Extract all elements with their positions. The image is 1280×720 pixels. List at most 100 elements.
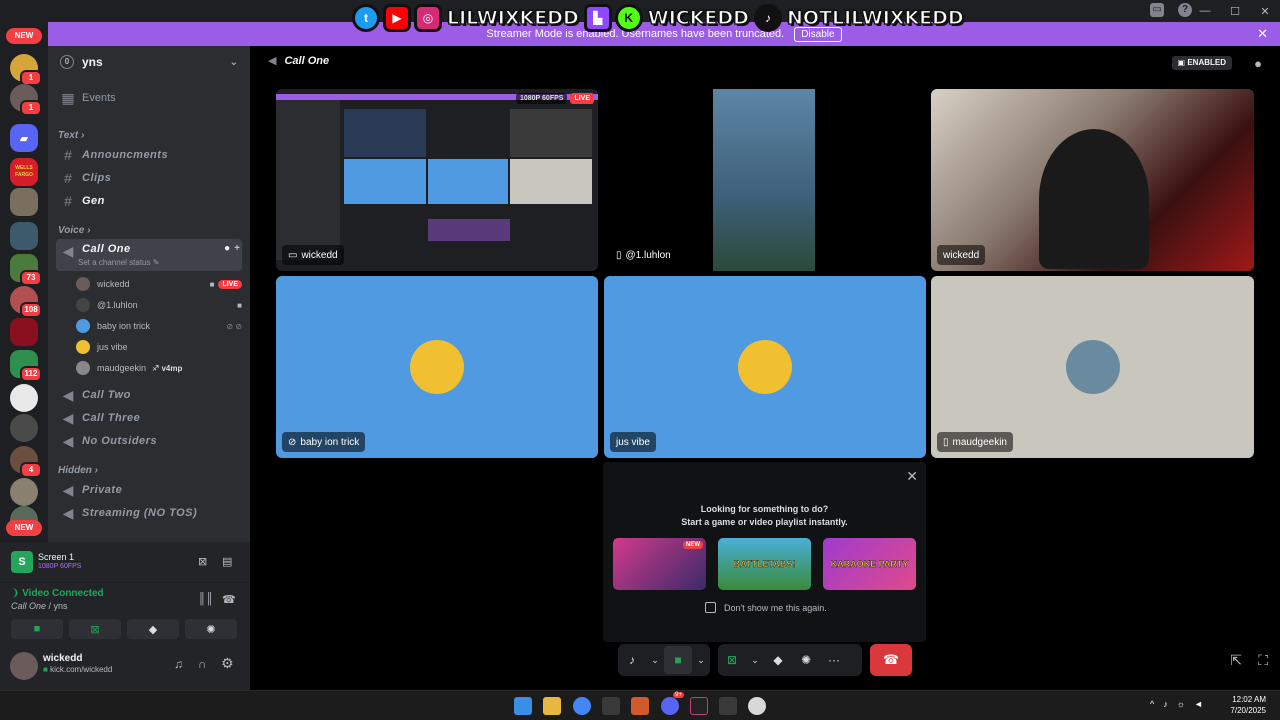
video-tile[interactable]: ⊘ baby ion trick bbox=[276, 276, 598, 458]
camera-button[interactable]: ■ bbox=[11, 619, 63, 639]
server-icon[interactable] bbox=[10, 222, 38, 250]
soundboard-button[interactable]: ✺ bbox=[185, 619, 237, 639]
new-unreads-pill[interactable]: NEW bbox=[6, 28, 42, 44]
chat-bubble-icon[interactable]: ● bbox=[1254, 56, 1262, 71]
activity-card[interactable]: BATTLETABS! bbox=[718, 538, 811, 590]
close-banner-icon[interactable]: ✕ bbox=[1257, 26, 1268, 42]
clock[interactable]: 12:02 AM 7/20/2025 bbox=[1230, 694, 1266, 716]
app-icon[interactable] bbox=[602, 697, 620, 715]
stream-settings-icon[interactable]: ▤ bbox=[222, 555, 232, 568]
activities-button[interactable]: ◆ bbox=[764, 646, 792, 674]
streamer-mode-enabled-badge[interactable]: ▣ ENABLED bbox=[1171, 56, 1232, 70]
hash-icon: # bbox=[64, 147, 72, 163]
screen-share-button[interactable]: ⊠ bbox=[69, 619, 121, 639]
voice-channel-call-three[interactable]: ◀ Call Three bbox=[56, 407, 242, 429]
video-tile[interactable]: ▯ @1.luhlon bbox=[604, 89, 926, 271]
close-icon[interactable]: ✕ bbox=[906, 468, 918, 485]
camera-button[interactable]: ■ bbox=[664, 646, 692, 674]
screen-share-panel: S Screen 1 1080P 60FPS ⊠ ▤ bbox=[0, 542, 250, 582]
maximize-button[interactable]: ☐ bbox=[1220, 5, 1250, 18]
start-icon[interactable] bbox=[514, 697, 532, 715]
voice-participant[interactable]: maudgeekin ♐ v4mp bbox=[76, 358, 242, 378]
mic-options-chevron-icon[interactable]: ⌄ bbox=[646, 646, 664, 674]
voice-participant[interactable]: jus vibe bbox=[76, 337, 242, 357]
chat-bubble-icon[interactable]: ● bbox=[224, 243, 230, 254]
server-icon[interactable] bbox=[10, 188, 38, 216]
video-tile[interactable]: jus vibe bbox=[604, 276, 926, 458]
more-options-icon[interactable]: ··· bbox=[820, 646, 848, 674]
soundboard-button[interactable]: ✺ bbox=[792, 646, 820, 674]
disconnect-call-button[interactable]: ☎ bbox=[870, 644, 912, 676]
avatar[interactable] bbox=[10, 652, 38, 680]
avatar bbox=[1065, 340, 1120, 394]
camera-options-chevron-icon[interactable]: ⌄ bbox=[692, 646, 710, 674]
server-header[interactable]: 0 yns ⌄ bbox=[48, 46, 250, 78]
server-icon[interactable] bbox=[10, 478, 38, 506]
app-icon[interactable] bbox=[719, 697, 737, 715]
wells-fargo-server-icon[interactable]: WELLS FARGO bbox=[10, 158, 38, 186]
inbox-icon[interactable]: ▭ bbox=[1150, 3, 1164, 17]
dont-show-again[interactable]: Don't show me this again. bbox=[705, 602, 827, 613]
voice-channel-call-two[interactable]: ◀ Call Two bbox=[56, 384, 242, 406]
channel-clips[interactable]: # Clips bbox=[56, 167, 242, 189]
close-window-button[interactable]: ✕ bbox=[1250, 5, 1280, 18]
chrome-icon[interactable] bbox=[573, 697, 591, 715]
activity-card[interactable]: KARAOKE PARTY bbox=[823, 538, 916, 590]
discord-icon[interactable]: 9+ bbox=[661, 692, 684, 715]
headphones-icon[interactable]: ∩ bbox=[198, 657, 207, 671]
video-tile-stream[interactable]: 1080P 60FPS LIVE ▭ wickedd bbox=[276, 89, 598, 271]
video-tile[interactable]: ▯ maudgeekin bbox=[931, 276, 1254, 458]
video-tile[interactable]: wickedd bbox=[931, 89, 1254, 271]
server-icon[interactable] bbox=[10, 318, 38, 346]
system-tray-icons[interactable]: ^♪☼◄ bbox=[1150, 699, 1212, 709]
phone-icon: ▯ bbox=[943, 436, 949, 448]
screen-share-button[interactable]: ⊠ bbox=[718, 646, 746, 674]
channel-announcments[interactable]: # Announcments bbox=[56, 144, 242, 166]
server-icon[interactable]: 108 bbox=[10, 286, 42, 318]
activities-button[interactable]: ◆ bbox=[127, 619, 179, 639]
file-explorer-icon[interactable] bbox=[543, 697, 561, 715]
disconnect-icon[interactable]: ☎ bbox=[222, 593, 236, 606]
pop-out-icon[interactable]: ⇱ bbox=[1230, 652, 1242, 669]
server-icon[interactable]: 73 bbox=[10, 254, 42, 286]
stop-stream-icon[interactable]: ⊠ bbox=[198, 555, 207, 568]
voice-participant[interactable]: wickedd ■ LIVE bbox=[76, 274, 242, 294]
microphone-button[interactable]: ♪ bbox=[618, 646, 646, 674]
minimize-button[interactable]: — bbox=[1190, 5, 1220, 17]
obs-icon[interactable] bbox=[690, 697, 708, 715]
channel-gen[interactable]: # Gen bbox=[56, 190, 242, 212]
category-text[interactable]: Text › bbox=[58, 130, 84, 141]
camera-icon: ■ bbox=[237, 300, 242, 310]
noise-suppression-icon[interactable]: ║║ bbox=[198, 593, 214, 605]
category-voice[interactable]: Voice › bbox=[58, 225, 90, 236]
add-user-icon[interactable]: + bbox=[234, 243, 240, 254]
dont-show-checkbox[interactable] bbox=[705, 602, 716, 613]
app-icon[interactable] bbox=[748, 697, 766, 715]
gear-icon[interactable]: ⚙ bbox=[221, 655, 234, 672]
app-icon[interactable] bbox=[631, 697, 649, 715]
voice-channel-private[interactable]: ◀ Private bbox=[56, 479, 242, 501]
server-icon[interactable]: 4 bbox=[10, 446, 42, 478]
fullscreen-icon[interactable]: ⛶ bbox=[1258, 652, 1268, 669]
voice-channel-no-outsiders[interactable]: ◀ No Outsiders bbox=[56, 430, 242, 452]
server-icon[interactable]: 1 bbox=[10, 84, 42, 116]
folder-icon[interactable]: ▰ bbox=[10, 124, 38, 152]
voice-channel-streaming[interactable]: ◀ Streaming (NO TOS) bbox=[56, 502, 242, 524]
server-icon[interactable] bbox=[10, 384, 38, 412]
server-icon[interactable]: 112 bbox=[10, 350, 42, 382]
set-channel-status[interactable]: Set a channel status ✎ bbox=[78, 258, 159, 267]
new-unreads-pill[interactable]: NEW bbox=[6, 520, 42, 536]
voice-participant[interactable]: @1.luhlon ■ bbox=[76, 295, 242, 315]
twitch-icon: ▙ bbox=[583, 4, 612, 32]
voice-participant[interactable]: baby ion trick ⊘ ⊘ bbox=[76, 316, 242, 336]
activity-card[interactable]: NEW bbox=[613, 538, 706, 590]
share-options-chevron-icon[interactable]: ⌄ bbox=[746, 646, 764, 674]
muted-deafened-icon: ⊘ bbox=[288, 436, 297, 448]
microphone-icon[interactable]: ♫ bbox=[174, 657, 183, 671]
events-item[interactable]: ▦ Events bbox=[56, 87, 242, 109]
connection-channel[interactable]: Call One / yns bbox=[11, 601, 68, 611]
category-hidden[interactable]: Hidden › bbox=[58, 465, 98, 476]
server-icon[interactable] bbox=[10, 414, 38, 442]
avatar bbox=[76, 319, 90, 333]
server-icon[interactable]: 1 bbox=[10, 54, 42, 86]
